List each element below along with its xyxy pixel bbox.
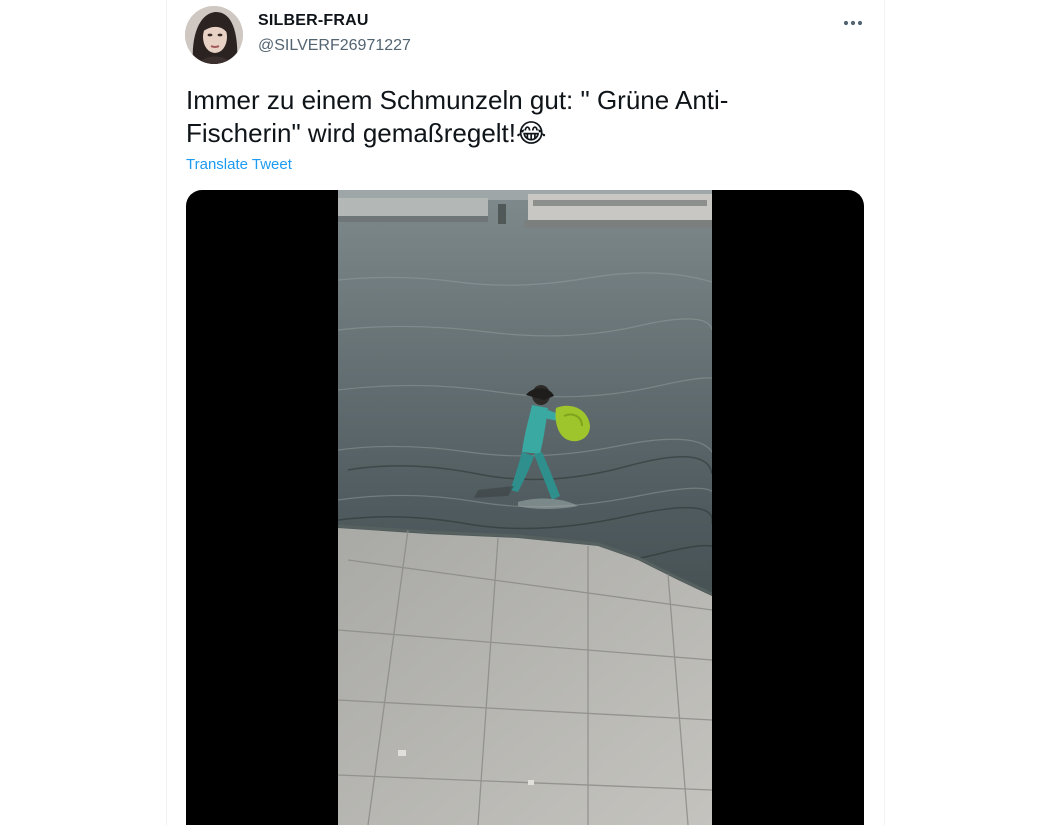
tweet-text: Immer zu einem Schmunzeln gut: " Grüne A…: [186, 84, 826, 150]
tweet-text-body: Immer zu einem Schmunzeln gut: " Grüne A…: [186, 85, 729, 148]
video-frame: [338, 190, 712, 825]
avatar-photo: [185, 6, 243, 64]
more-horizontal-icon: [843, 20, 863, 26]
laughing-tears-emoji: 😂: [516, 119, 547, 149]
tweet-video[interactable]: [186, 190, 864, 825]
author-avatar[interactable]: [185, 6, 243, 64]
author-handle[interactable]: @SILVERF26971227: [258, 37, 411, 55]
author-display-name[interactable]: SILBER-FRAU: [258, 12, 369, 30]
more-options-button[interactable]: [838, 8, 868, 38]
tweet-page: SILBER-FRAU @SILVERF26971227 Immer zu ei…: [0, 0, 1050, 825]
video-still-image: [338, 190, 712, 825]
translate-tweet-link[interactable]: Translate Tweet: [186, 156, 292, 173]
timeline-left-border: [166, 0, 167, 825]
timeline-right-border: [884, 0, 885, 825]
